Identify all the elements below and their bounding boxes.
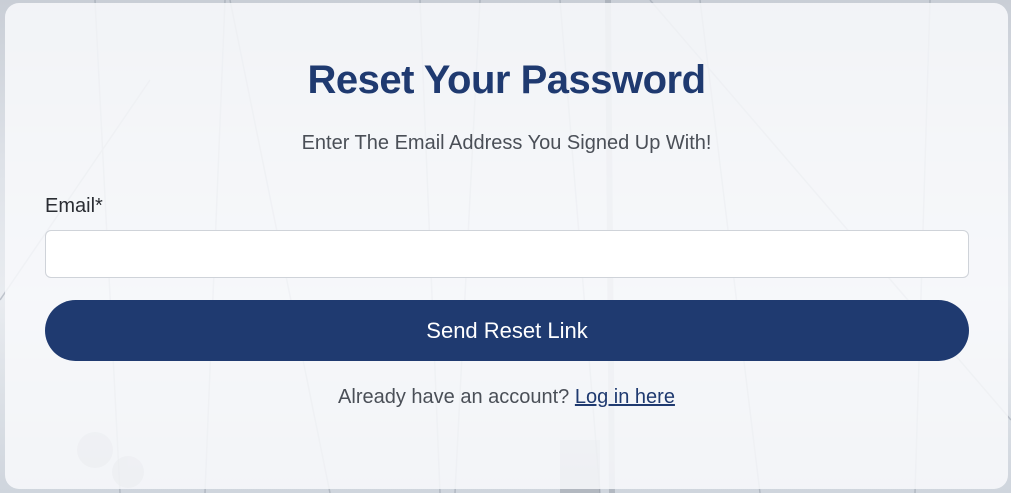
- page-subtitle: Enter The Email Address You Signed Up Wi…: [301, 132, 712, 154]
- email-label: Email*: [45, 195, 103, 217]
- reset-password-card: Reset Your Password Enter The Email Addr…: [5, 3, 1008, 489]
- page-title: Reset Your Password: [307, 58, 706, 102]
- send-reset-link-button[interactable]: Send Reset Link: [45, 300, 969, 361]
- email-field[interactable]: [45, 230, 969, 278]
- login-link[interactable]: Log in here: [575, 386, 675, 408]
- login-prompt: Already have an account? Log in here: [5, 386, 1008, 409]
- login-prompt-text: Already have an account?: [338, 386, 570, 408]
